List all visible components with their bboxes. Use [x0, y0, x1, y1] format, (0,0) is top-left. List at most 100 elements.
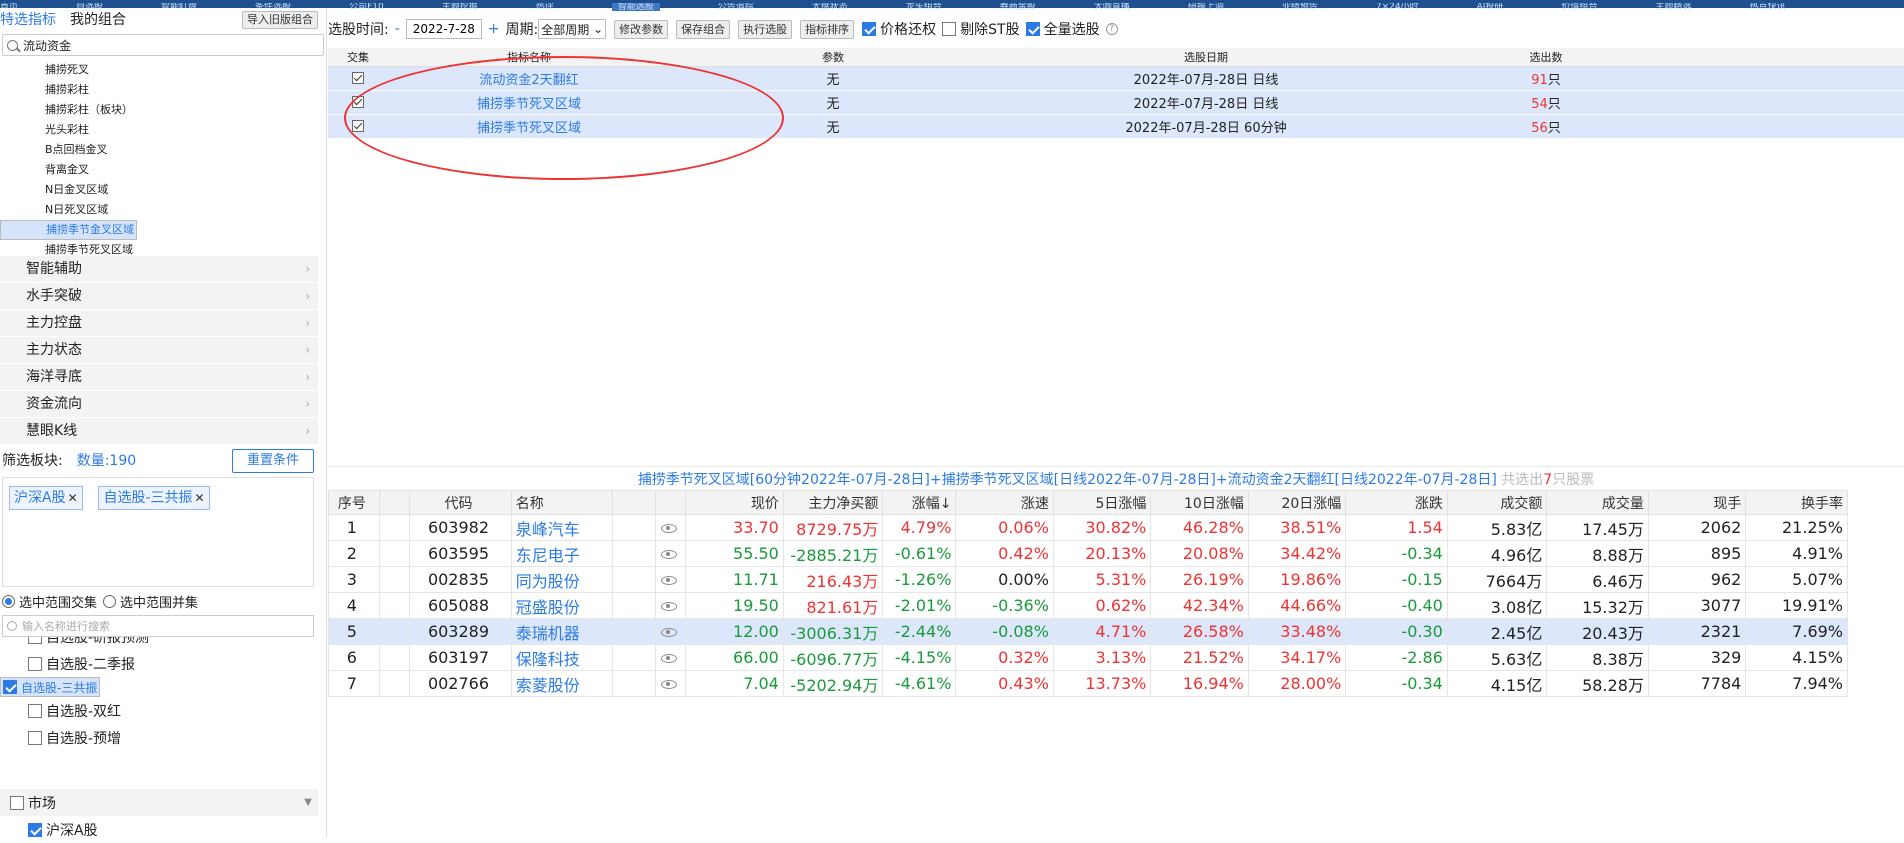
close-icon[interactable]: ✕ [195, 491, 205, 505]
col-header[interactable]: 成交量 [1546, 490, 1649, 515]
indicator-row[interactable]: 捕捞季节死叉区域无 2022年-07月-28日 日线 54只 [328, 90, 1904, 115]
exclude-st-checkbox[interactable]: 剔除ST股 [942, 19, 1020, 39]
run-selection-button[interactable]: 执行选股 [738, 19, 793, 39]
col-header[interactable] [612, 490, 656, 515]
tag-hushen-a[interactable]: 沪深A股 ✕ [9, 486, 83, 510]
top-tab[interactable]: 公告追踪 [718, 3, 754, 11]
close-icon[interactable]: ✕ [68, 491, 78, 505]
col-header[interactable]: 名称 [510, 490, 614, 515]
indicator-item[interactable]: N日金叉区域 [0, 180, 326, 200]
stock-name[interactable]: 冠盛股份 [510, 592, 614, 619]
checkbox[interactable] [352, 120, 364, 132]
checkbox[interactable] [10, 795, 24, 810]
top-tab[interactable]: 公司F10 [349, 3, 384, 11]
eye-icon[interactable] [660, 524, 677, 533]
indicator-item[interactable]: 捕捞季节金叉区域 [0, 220, 137, 240]
checkbox[interactable] [28, 656, 42, 671]
checkbox[interactable] [352, 72, 364, 84]
col-header[interactable]: 5日涨幅 [1052, 490, 1152, 515]
checkbox[interactable] [28, 637, 42, 644]
col-header[interactable]: 序号 [328, 490, 380, 515]
stock-row[interactable]: 7 002766 索菱股份 7.04 -5202.94万 -4.61% 0.43% 13.73… [328, 670, 1848, 697]
category-item[interactable]: 主力控盘 › [0, 310, 318, 337]
indicator-item[interactable]: 捕捞彩柱 [0, 80, 326, 100]
market-group[interactable]: 市场 ▼ [0, 789, 318, 816]
import-old-portfolio-button[interactable]: 导入旧版组合 [242, 11, 318, 29]
category-item[interactable]: 主力状态 › [0, 337, 318, 364]
top-tab[interactable]: 龙头组合 [906, 3, 942, 11]
top-tab[interactable]: 热评 [536, 3, 554, 11]
top-tab[interactable]: AI投研 [1477, 3, 1504, 11]
radio-union[interactable]: 选中范围并集 [103, 592, 198, 611]
full-selection-checkbox[interactable]: 全量选股 [1025, 19, 1100, 39]
indicator-name[interactable]: 捕捞季节死叉区域 [388, 90, 670, 115]
reset-conditions-button[interactable]: 重置条件 [232, 449, 314, 473]
col-header[interactable]: 涨幅↓ [882, 490, 957, 515]
sector-item[interactable]: 自选股-预增 [0, 724, 318, 751]
top-tab[interactable]: 大盘状态 [812, 3, 848, 11]
top-tab[interactable]: 7×24小时 [1376, 3, 1419, 11]
col-header[interactable]: 成交额 [1446, 490, 1548, 515]
date-plus-button[interactable]: + [488, 21, 500, 37]
radio-intersection[interactable]: 选中范围交集 [2, 592, 97, 611]
tab-special-indicators[interactable]: 特选指标 [0, 9, 60, 29]
top-tab[interactable]: 研报上调 [1188, 3, 1224, 11]
stock-name[interactable]: 同为股份 [510, 566, 614, 593]
summary-formula[interactable]: 捕捞季节死叉区域[60分钟2022年-07月-28日]+捕捞季节死叉区域[日线2… [638, 472, 1497, 488]
eye-icon[interactable] [660, 654, 677, 663]
top-tab[interactable]: 热点快讯 [1749, 3, 1785, 11]
checkbox[interactable] [352, 96, 364, 108]
stock-name[interactable]: 泉峰汽车 [510, 514, 614, 541]
stock-name[interactable]: 东尼电子 [510, 540, 614, 567]
col-header[interactable]: 10日涨幅 [1150, 490, 1249, 515]
category-item[interactable]: 水手突破 › [0, 283, 318, 310]
indicator-item[interactable]: 捕捞季节死叉区域 [0, 240, 326, 256]
col-header[interactable] [654, 490, 687, 515]
indicator-item[interactable]: 背离金叉 [0, 160, 326, 180]
col-header[interactable]: 涨跌 [1345, 490, 1448, 515]
indicator-item[interactable]: B点回档金叉 [0, 140, 326, 160]
top-tab[interactable]: 主题挖掘 [442, 3, 478, 11]
tab-my-portfolio[interactable]: 我的组合 [70, 9, 130, 29]
col-header[interactable] [378, 490, 411, 515]
sector-item[interactable]: 自选股-三共振 [0, 677, 101, 697]
period-select[interactable]: 全部周期 ⌄ [538, 19, 607, 39]
stock-row[interactable]: 6 603197 保隆科技 66.00 -6096.77万 -4.15% 0.32% 3.13… [328, 644, 1848, 671]
sector-search-input[interactable]: 输入名称进行搜索 [2, 615, 314, 637]
top-tab[interactable]: 价值组合 [1561, 3, 1597, 11]
col-header[interactable]: 代码 [409, 490, 512, 515]
stock-row[interactable]: 1 603982 泉峰汽车 33.70 8729.75万 4.79% 0.06% 30.82%… [328, 514, 1848, 541]
save-portfolio-button[interactable]: 保存组合 [676, 19, 731, 39]
tag-sangongzhen[interactable]: 自选股-三共振 ✕ [98, 486, 210, 510]
indicator-item[interactable]: N日死叉区域 [0, 200, 326, 220]
top-tab[interactable]: 业绩预告 [1282, 3, 1318, 11]
price-adjust-checkbox[interactable]: 价格还权 [862, 19, 936, 39]
indicator-item[interactable]: 捕捞彩柱（板块） [0, 100, 326, 120]
top-tab[interactable]: 大咖直播 [1094, 3, 1130, 11]
indicator-row[interactable]: 捕捞季节死叉区域无 2022年-07月-28日 60分钟 56只 [328, 114, 1904, 139]
col-header[interactable]: 换手率 [1745, 490, 1848, 515]
indicator-item[interactable]: 光头彩柱 [0, 120, 326, 140]
date-input[interactable] [405, 19, 482, 39]
eye-icon[interactable] [660, 576, 677, 585]
top-tab[interactable]: 主题精选 [1655, 3, 1691, 11]
col-header[interactable]: 现价 [685, 490, 784, 515]
checkbox[interactable] [28, 730, 42, 745]
stock-name[interactable]: 泰瑞机器 [510, 618, 614, 645]
checkbox[interactable] [28, 822, 42, 837]
market-child[interactable]: 沪深A股 [0, 816, 318, 843]
indicator-item[interactable]: 捕捞死叉 [0, 60, 326, 80]
sort-indicators-button[interactable]: 指标排序 [800, 19, 855, 39]
stock-row[interactable]: 4 605088 冠盛股份 19.50 821.61万 -2.01% -0.36% 0.62%… [328, 592, 1848, 619]
col-header[interactable]: 20日涨幅 [1247, 490, 1347, 515]
category-item[interactable]: 资金流向 › [0, 391, 318, 418]
indicator-name[interactable]: 捕捞季节死叉区域 [388, 114, 670, 139]
checkbox[interactable] [3, 680, 17, 694]
eye-icon[interactable] [660, 628, 677, 637]
category-item[interactable]: 智能辅助 › [0, 256, 318, 283]
modify-params-button[interactable]: 修改参数 [614, 19, 669, 39]
col-header[interactable]: 涨速 [955, 490, 1054, 515]
top-tab[interactable]: 券商金股 [1000, 3, 1036, 11]
eye-icon[interactable] [660, 602, 677, 611]
col-header[interactable]: 现手 [1647, 490, 1747, 515]
